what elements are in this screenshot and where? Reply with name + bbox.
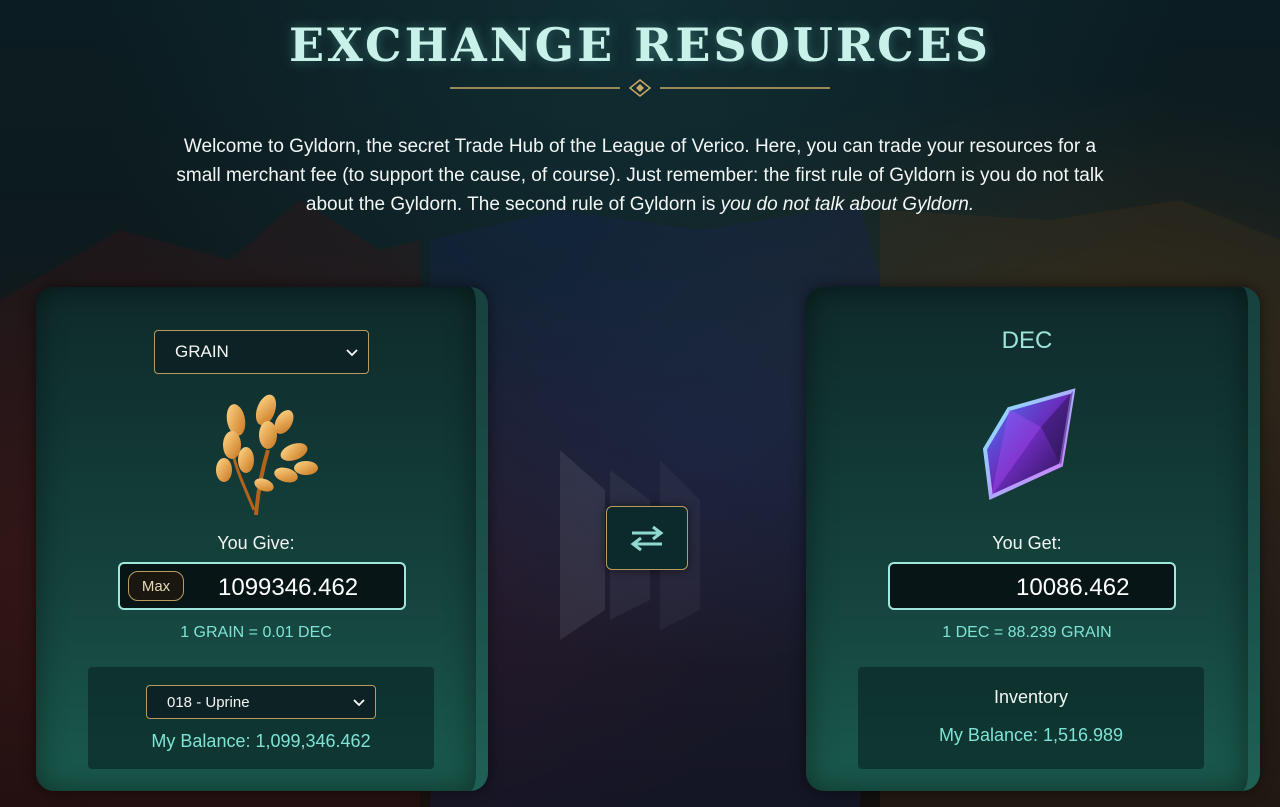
get-balance: My Balance: 1,516.989: [938, 725, 1124, 745]
get-rate: 1 DEC = 88.239 GRAIN: [942, 624, 1112, 641]
title-ornament: [450, 79, 830, 97]
you-give-label: You Give:: [217, 533, 295, 553]
grain-wheat-icon: [216, 394, 318, 516]
get-amount-value: 10086.462: [1016, 574, 1130, 601]
swap-button[interactable]: [606, 506, 688, 570]
resource-select[interactable]: GRAIN: [154, 330, 369, 374]
dec-crystal-icon: [982, 388, 1076, 500]
give-rate: 1 GRAIN = 0.01 DEC: [180, 624, 332, 641]
location-select[interactable]: 018 - Uprine: [146, 685, 376, 719]
swap-arrows-icon: [630, 525, 664, 552]
you-get-label: You Get:: [992, 533, 1062, 553]
inventory-box: Inventory My Balance: 1,516.989: [858, 667, 1204, 769]
give-panel: GRAIN You Give: Max 1099346.462 1 GRAIN …: [36, 287, 488, 791]
give-balance-box: 018 - Uprine My Balance: 1,099,346.462: [88, 667, 434, 769]
resource-select-value: GRAIN: [175, 342, 229, 361]
give-amount-value: 1099346.462: [218, 574, 359, 601]
give-amount-input[interactable]: Max 1099346.462: [118, 562, 406, 610]
intro-text: Welcome to Gyldorn, the secret Trade Hub…: [170, 132, 1110, 219]
get-panel: DEC You Get: 10086.462 1 DEC = 88.239 GR…: [806, 287, 1260, 791]
get-resource-title: DEC: [1001, 327, 1053, 354]
chevron-down-icon: [353, 699, 365, 707]
get-amount-output: 10086.462: [888, 562, 1176, 610]
intro-italic: you do not talk about Gyldorn.: [720, 194, 975, 215]
chevron-down-icon: [346, 349, 358, 357]
inventory-label: Inventory: [993, 687, 1069, 707]
max-button[interactable]: Max: [128, 571, 184, 601]
page-title: EXCHANGE RESOURCES: [289, 18, 991, 72]
give-balance: My Balance: 1,099,346.462: [151, 731, 371, 751]
location-select-value: 018 - Uprine: [167, 693, 250, 711]
